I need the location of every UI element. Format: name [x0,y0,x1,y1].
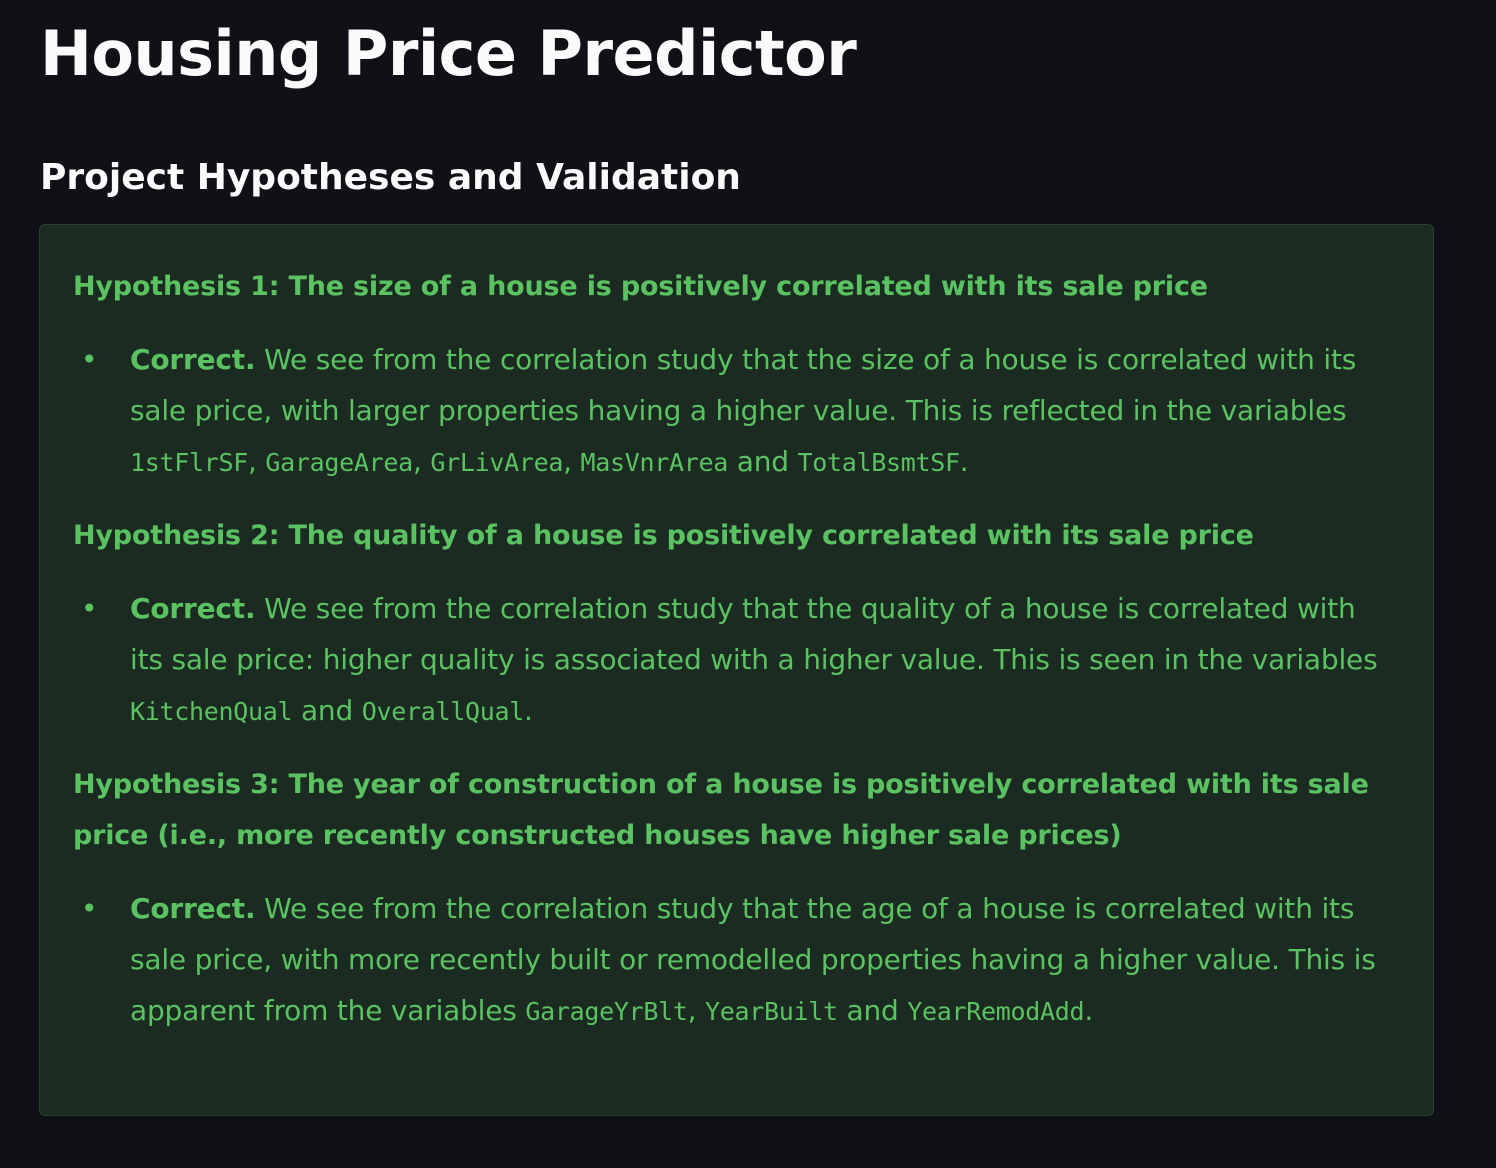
variable-code: TotalBsmtSF [797,448,961,477]
variable-code: MasVnrArea [580,448,729,477]
verdict-label: Correct. [130,892,256,925]
variable-code: YearRemodAdd [907,997,1085,1026]
hypothesis-3-list: • Correct. We see from the correlation st… [73,883,1393,1037]
variable-code: YearBuilt [705,997,838,1026]
hypothesis-2-result: • Correct. We see from the correlation st… [81,583,1393,737]
success-alert-box: Hypothesis 1: The size of a house is pos… [39,224,1434,1116]
hypothesis-2: Hypothesis 2: The quality of a house is … [73,510,1393,737]
verdict-label: Correct. [130,343,256,376]
hypothesis-3: Hypothesis 3: The year of construction o… [73,759,1393,1037]
result-text: We see from the correlation study that t… [130,592,1378,676]
separator: and [292,694,362,727]
hypothesis-3-result: • Correct. We see from the correlation st… [81,883,1393,1037]
separator: , [687,994,706,1027]
variable-code: KitchenQual [130,697,293,726]
section-title: Project Hypotheses and Validation [40,157,741,198]
period: . [959,445,969,478]
verdict-label: Correct. [130,592,256,625]
bullet-icon: • [81,592,98,625]
hypothesis-2-list: • Correct. We see from the correlation st… [73,583,1393,737]
separator: , [563,445,581,478]
hypothesis-1-heading: Hypothesis 1: The size of a house is pos… [73,271,1208,302]
hypothesis-1-result: • Correct. We see from the correlation st… [81,334,1393,488]
period: . [1084,994,1094,1027]
hypothesis-2-heading: Hypothesis 2: The quality of a house is … [73,520,1254,551]
variable-code: GarageYrBlt [525,997,688,1026]
hypothesis-1: Hypothesis 1: The size of a house is pos… [73,261,1393,488]
hypothesis-1-list: • Correct. We see from the correlation st… [73,334,1393,488]
bullet-icon: • [81,892,98,925]
variable-code: 1stFlrSF [130,448,249,477]
page-title: Housing Price Predictor [40,17,857,90]
bullet-icon: • [81,343,98,376]
separator: and [837,994,908,1027]
separator: and [728,445,798,478]
variable-code: GarageArea [265,448,413,477]
result-text: We see from the correlation study that t… [130,343,1357,427]
hypothesis-3-heading: Hypothesis 3: The year of construction o… [73,769,1369,851]
separator: , [248,445,266,478]
separator: , [412,445,431,478]
period: . [524,694,533,727]
variable-code: OverallQual [361,697,525,726]
variable-code: GrLivArea [430,448,564,477]
